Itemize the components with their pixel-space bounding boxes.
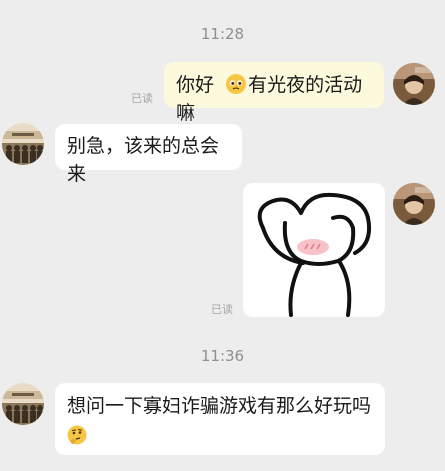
- read-status: 已读: [211, 303, 233, 316]
- sticker-message[interactable]: [243, 183, 385, 317]
- message-bubble-received[interactable]: 想问一下寡妇诈骗游戏有那么好玩吗: [55, 383, 385, 455]
- thinking-face-icon: [67, 425, 87, 445]
- pleading-face-icon: [226, 74, 247, 94]
- my-avatar-icon[interactable]: [393, 183, 435, 225]
- timestamp: 11:28: [200, 25, 245, 43]
- cartoon-hands-over-blushing-face-icon: [257, 192, 372, 317]
- read-status: 已读: [131, 92, 153, 105]
- message-bubble-received[interactable]: 别急，该来的总会来: [55, 124, 242, 185]
- my-avatar-icon[interactable]: [393, 63, 435, 105]
- contact-avatar-icon[interactable]: [2, 383, 44, 425]
- message-text: 别急，该来的总会来: [67, 135, 220, 185]
- message-bubble-sent[interactable]: 你好 有光夜的活动嘛: [164, 62, 384, 124]
- timestamp: 11:36: [200, 347, 245, 365]
- message-text: 想问一下寡妇诈骗游戏有那么好玩吗: [67, 395, 372, 417]
- message-text: 你好: [176, 74, 215, 96]
- contact-avatar-icon[interactable]: [2, 123, 44, 165]
